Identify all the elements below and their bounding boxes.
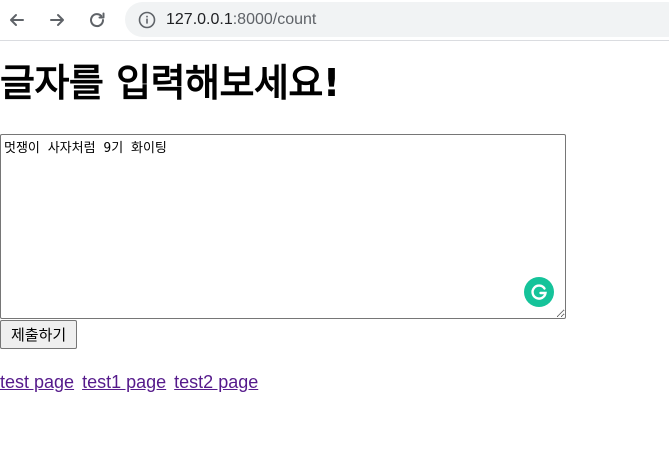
link-test2-page[interactable]: test2 page <box>174 372 258 392</box>
grammarly-button[interactable] <box>524 277 554 307</box>
grammarly-icon <box>531 284 547 300</box>
url-path: :8000/count <box>232 10 317 28</box>
reload-icon <box>90 12 105 28</box>
info-icon[interactable] <box>138 11 156 29</box>
link-test1-page[interactable]: test1 page <box>82 372 166 392</box>
reload-button[interactable] <box>83 6 111 34</box>
page-links: test page test1 page test2 page <box>0 372 261 393</box>
back-arrow-icon <box>10 14 24 26</box>
back-button[interactable] <box>3 6 31 34</box>
forward-button[interactable] <box>43 6 71 34</box>
url-text[interactable]: 127.0.0.1:8000/count <box>166 11 316 29</box>
text-input[interactable] <box>0 134 566 319</box>
text-input-area <box>0 134 566 319</box>
submit-button[interactable]: 제출하기 <box>0 320 78 349</box>
browser-toolbar: 127.0.0.1:8000/count <box>0 0 669 41</box>
url-host: 127.0.0.1 <box>166 10 233 28</box>
page-title: 글자를 입력해보세요! <box>0 61 340 105</box>
forward-arrow-icon <box>50 14 64 26</box>
page-content: 글자를 입력해보세요! 제출하기 test page test1 page te… <box>0 41 669 449</box>
link-test-page[interactable]: test page <box>0 372 74 392</box>
address-bar[interactable]: 127.0.0.1:8000/count <box>125 2 669 37</box>
